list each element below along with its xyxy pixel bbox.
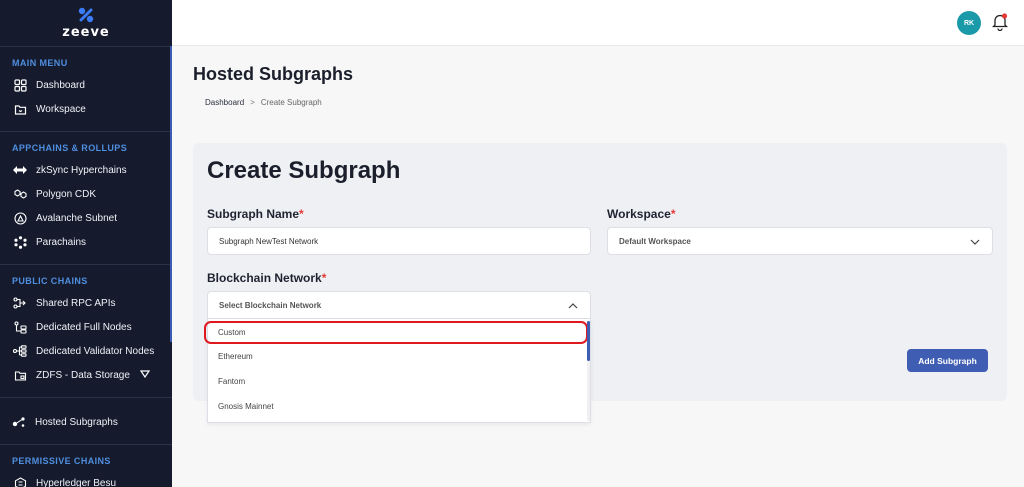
network-option-custom[interactable]: Custom (204, 321, 588, 344)
logo[interactable]: zeeve (0, 0, 172, 46)
breadcrumb: Dashboard > Create Subgraph (205, 98, 322, 107)
besu-icon (13, 476, 27, 487)
sidebar-item-dedicated-full-nodes[interactable]: Dedicated Full Nodes (0, 315, 172, 339)
sidebar-item-dashboard[interactable]: Dashboard (0, 73, 172, 97)
storage-folder-icon (13, 368, 27, 382)
chevron-down-icon (970, 237, 980, 247)
required-mark: * (670, 207, 676, 221)
section-title-main-menu: MAIN MENU (12, 58, 68, 68)
select-placeholder: Select Blockchain Network (219, 300, 322, 310)
validator-icon (13, 344, 27, 358)
label-text: Subgraph Name (207, 207, 300, 221)
sidebar-item-label: Polygon CDK (36, 188, 97, 200)
sidebar-item-parachains[interactable]: Parachains (0, 230, 172, 254)
network-option-gnosis-mainnet[interactable]: Gnosis Mainnet (208, 394, 590, 419)
page-title: Hosted Subgraphs (193, 64, 354, 84)
sidebar-item-zksync[interactable]: zkSync Hyperchains (0, 158, 172, 182)
sidebar-item-label: Workspace (36, 103, 86, 115)
avatar[interactable]: RK (957, 11, 981, 35)
chevron-down-icon[interactable] (139, 369, 151, 381)
sidebar-item-label: ZDFS - Data Storage (36, 369, 130, 381)
rpc-icon (13, 296, 27, 310)
folder-icon (13, 102, 27, 116)
sidebar-item-polygon-cdk[interactable]: Polygon CDK (0, 182, 172, 206)
sidebar-scrollbar[interactable] (170, 46, 172, 342)
sidebar-item-label: Hyperledger Besu (36, 477, 117, 487)
select-value: Default Workspace (619, 236, 691, 246)
nodes-icon (13, 320, 27, 334)
workspace-select[interactable]: Default Workspace (607, 227, 993, 255)
section-title-appchains: APPCHAINS & ROLLUPS (12, 143, 128, 153)
sidebar-item-label: Dedicated Full Nodes (36, 321, 132, 333)
sidebar-item-workspace[interactable]: Workspace (0, 97, 172, 121)
label-text: Blockchain Network (207, 271, 322, 285)
blockchain-network-dropdown: Custom Ethereum Fantom Gnosis Mainnet (204, 319, 591, 423)
zeeve-logo-icon (78, 7, 94, 23)
avalanche-icon (13, 211, 27, 225)
sidebar-item-label: Hosted Subgraphs (35, 416, 118, 428)
required-mark: * (299, 207, 304, 221)
form-title: Create Subgraph (207, 157, 401, 184)
parachains-icon (13, 235, 27, 249)
sidebar-item-zdfs[interactable]: ZDFS - Data Storage (0, 363, 172, 387)
required-mark: * (321, 271, 327, 285)
sidebar-item-shared-rpc[interactable]: Shared RPC APIs (0, 291, 172, 315)
section-title-permissive-chains: PERMISSIVE CHAINS (12, 456, 111, 466)
breadcrumb-current: Create Subgraph (260, 98, 322, 107)
zksync-icon (13, 163, 27, 177)
polygon-icon (13, 187, 27, 201)
add-subgraph-button[interactable]: Add Subgraph (907, 349, 988, 372)
subgraph-name-label: Subgraph Name* (207, 207, 304, 221)
network-option-fantom[interactable]: Fantom (208, 369, 590, 394)
input-value: Subgraph NewTest Network (219, 236, 319, 246)
network-option-ethereum[interactable]: Ethereum (208, 344, 590, 369)
sidebar-item-label: Dashboard (36, 79, 85, 91)
subgraph-icon (12, 415, 26, 429)
sidebar-item-hosted-subgraphs[interactable]: Hosted Subgraphs (0, 410, 172, 434)
sidebar-item-hyperledger-besu[interactable]: Hyperledger Besu (0, 471, 172, 487)
breadcrumb-separator: > (250, 98, 255, 107)
sidebar-item-label: Parachains (36, 236, 87, 248)
sidebar: zeeve MAIN MENU Dashboard Workspace APPC… (0, 0, 172, 487)
breadcrumb-dashboard[interactable]: Dashboard (205, 98, 244, 107)
subgraph-name-input[interactable]: Subgraph NewTest Network (207, 227, 591, 255)
workspace-label: Workspace* (607, 207, 675, 221)
grid-icon (13, 78, 27, 92)
bell-icon[interactable] (991, 13, 1009, 32)
sidebar-item-avalanche-subnet[interactable]: Avalanche Subnet (0, 206, 172, 230)
label-text: Workspace (607, 207, 671, 221)
top-bar: RK (172, 0, 1024, 46)
sidebar-item-label: Dedicated Validator Nodes (36, 345, 155, 357)
chevron-up-icon (568, 301, 578, 311)
blockchain-network-label: Blockchain Network* (207, 271, 326, 285)
sidebar-item-label: zkSync Hyperchains (36, 164, 127, 176)
sidebar-item-label: Avalanche Subnet (36, 212, 117, 224)
sidebar-item-dedicated-validator-nodes[interactable]: Dedicated Validator Nodes (0, 339, 172, 363)
blockchain-network-select[interactable]: Select Blockchain Network (207, 291, 591, 319)
section-title-public-chains: PUBLIC CHAINS (12, 276, 88, 286)
sidebar-item-label: Shared RPC APIs (36, 297, 116, 309)
logo-text: zeeve (62, 24, 110, 40)
dropdown-scrollbar-thumb[interactable] (587, 321, 590, 361)
